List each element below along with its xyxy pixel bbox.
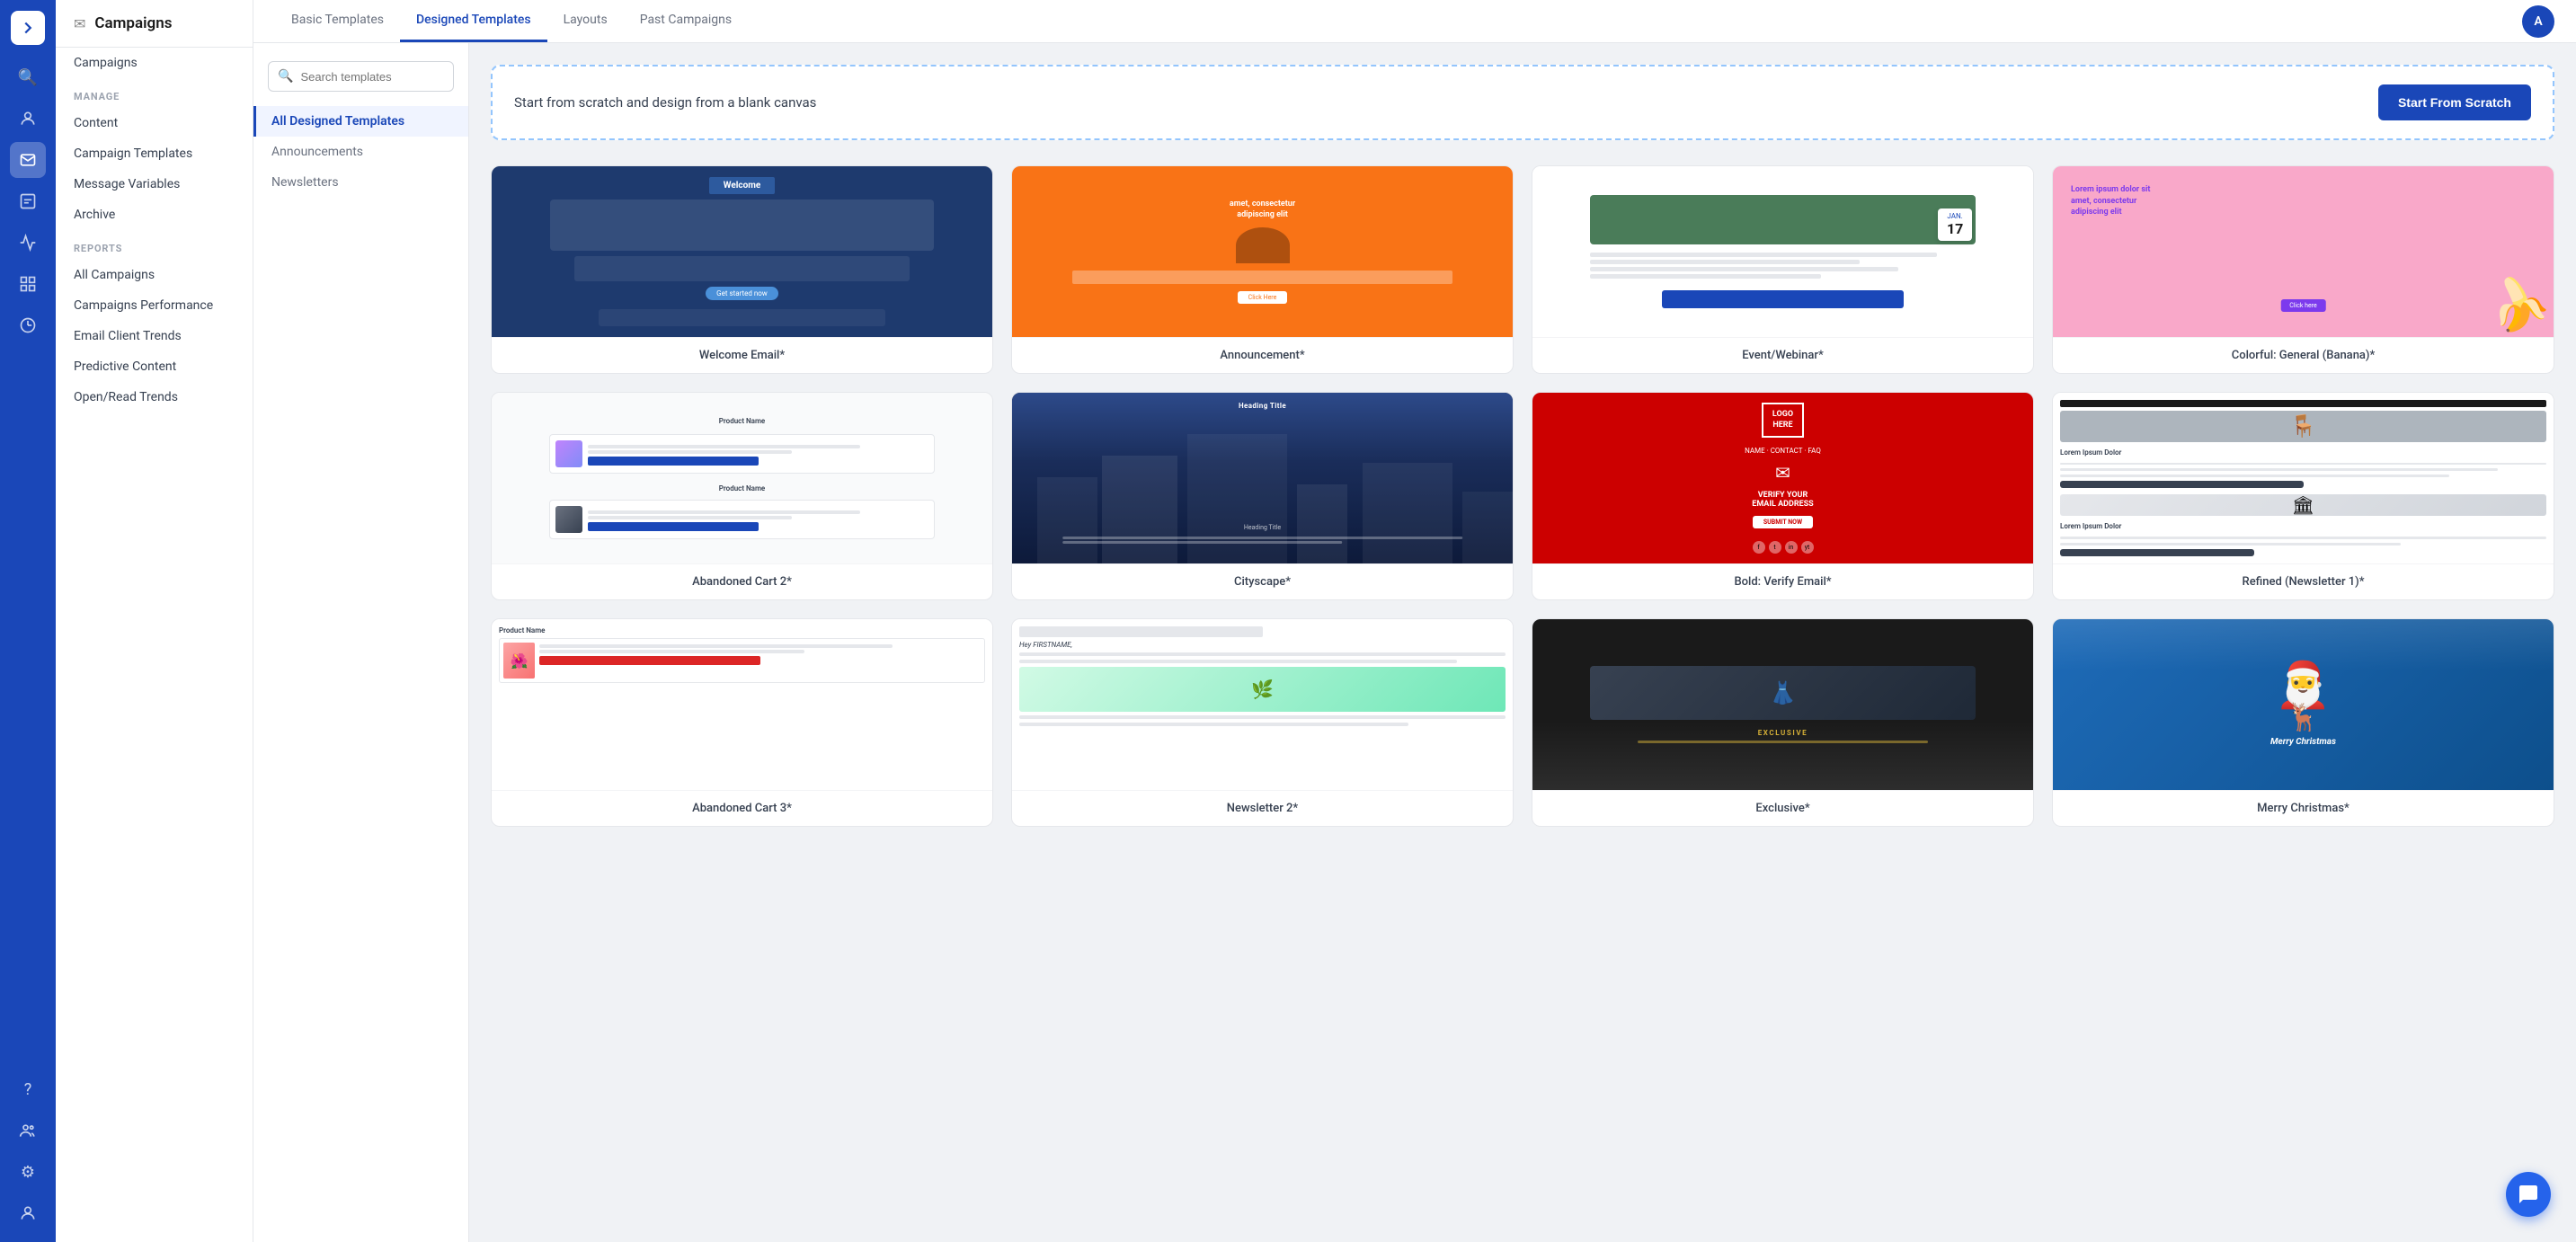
profile-nav-icon[interactable]: [10, 1195, 46, 1231]
template-thumb-cart2: Product Name 🌺: [492, 619, 992, 790]
chat-button[interactable]: [2506, 1172, 2551, 1217]
template-label-cart2: Abandoned Cart 3*: [492, 790, 992, 826]
content-area: 🔍 All Designed Templates Announcements N…: [253, 43, 2576, 1242]
search-nav-icon[interactable]: 🔍: [10, 59, 46, 95]
template-label-welcome: Welcome Email*: [492, 337, 992, 373]
team-nav-icon[interactable]: [10, 1113, 46, 1149]
scratch-banner: Start from scratch and design from a bla…: [491, 65, 2554, 140]
template-thumb-exclusive: 👗 EXCLUSIVE: [1532, 619, 2033, 790]
campaigns-nav-icon[interactable]: [10, 142, 46, 178]
template-label-banana: Colorful: General (Banana)*: [2053, 337, 2554, 373]
nav-open-read-trends-link[interactable]: Open/Read Trends: [56, 382, 253, 413]
template-thumb-welcome: Welcome Get started now: [492, 166, 992, 337]
template-card-verify[interactable]: LOGOHERE NAME · CONTACT · FAQ ✉ VERIFY Y…: [1532, 392, 2034, 600]
nav-campaigns-performance-link[interactable]: Campaigns Performance: [56, 290, 253, 321]
tab-layouts[interactable]: Layouts: [547, 0, 624, 42]
nav-campaign-templates-link[interactable]: Campaign Templates: [56, 138, 253, 169]
nav-header-title: Campaigns: [94, 14, 172, 32]
template-label-verify: Bold: Verify Email*: [1532, 563, 2033, 599]
integrations-nav-icon[interactable]: [10, 266, 46, 302]
nav-header-icon: ✉: [74, 15, 85, 32]
nav-content-link[interactable]: Content: [56, 108, 253, 138]
template-card-newsletter2[interactable]: Hey FIRSTNAME, 🌿 Newsletter 2*: [1011, 618, 1514, 827]
template-card-newsletter[interactable]: 🪑 Lorem Ipsum Dolor 🏛 Lorem Ipsum Dolor: [2052, 392, 2554, 600]
nav-all-campaigns-link[interactable]: All Campaigns: [56, 260, 253, 290]
template-thumb-verify: LOGOHERE NAME · CONTACT · FAQ ✉ VERIFY Y…: [1532, 393, 2033, 563]
filter-all-templates[interactable]: All Designed Templates: [253, 106, 468, 137]
filter-newsletters[interactable]: Newsletters: [253, 167, 468, 198]
nav-message-variables-link[interactable]: Message Variables: [56, 169, 253, 200]
nav-archive-link[interactable]: Archive: [56, 200, 253, 230]
reports-nav-icon[interactable]: [10, 183, 46, 219]
profile-avatar[interactable]: A: [2522, 5, 2554, 38]
template-card-event[interactable]: JAN. 17: [1532, 165, 2034, 374]
template-card-banana[interactable]: Lorem ipsum dolor sitamet, consecteturad…: [2052, 165, 2554, 374]
template-card-announcement[interactable]: amet, consecteturadipiscing elit Click H…: [1011, 165, 1514, 374]
template-label-announcement: Announcement*: [1012, 337, 1513, 373]
tab-past-campaigns[interactable]: Past Campaigns: [624, 0, 748, 42]
tab-designed-templates[interactable]: Designed Templates: [400, 0, 547, 42]
main-content: Basic Templates Designed Templates Layou…: [253, 0, 2576, 1242]
start-from-scratch-button[interactable]: Start From Scratch: [2378, 84, 2531, 120]
search-input[interactable]: [300, 70, 444, 84]
template-label-cityscape: Cityscape*: [1012, 563, 1513, 599]
template-card-welcome[interactable]: Welcome Get started now Welcome Email*: [491, 165, 993, 374]
search-box: 🔍: [268, 61, 454, 92]
template-thumb-event: JAN. 17: [1532, 166, 2033, 337]
filter-panel: 🔍 All Designed Templates Announcements N…: [253, 43, 469, 1242]
icon-rail: 🔍 ? ⚙: [0, 0, 56, 1242]
settings-nav-icon[interactable]: ⚙: [10, 1154, 46, 1190]
template-thumb-banana: Lorem ipsum dolor sitamet, consecteturad…: [2053, 166, 2554, 337]
nav-campaigns-link[interactable]: Campaigns: [56, 48, 253, 78]
tab-basic-templates[interactable]: Basic Templates: [275, 0, 400, 42]
search-icon: 🔍: [278, 69, 293, 84]
nav-predictive-content-link[interactable]: Predictive Content: [56, 351, 253, 382]
template-card-christmas[interactable]: 🎅 🦌 Merry Christmas Merry Christmas*: [2052, 618, 2554, 827]
scratch-banner-text: Start from scratch and design from a bla…: [514, 94, 816, 111]
template-card-cart[interactable]: Product Name Product Name: [491, 392, 993, 600]
template-label-event: Event/Webinar*: [1532, 337, 2033, 373]
template-thumb-christmas: 🎅 🦌 Merry Christmas: [2053, 619, 2554, 790]
nav-reports-label: REPORTS: [56, 230, 253, 260]
templates-area: Start from scratch and design from a bla…: [469, 43, 2576, 1242]
template-thumb-announcement: amet, consecteturadipiscing elit Click H…: [1012, 166, 1513, 337]
contacts-nav-icon[interactable]: [10, 101, 46, 137]
templates-grid: Welcome Get started now Welcome Email* a…: [491, 165, 2554, 827]
nav-header: ✉ Campaigns: [56, 0, 253, 48]
template-card-cityscape[interactable]: Heading Title: [1011, 392, 1514, 600]
template-thumb-cart: Product Name Product Name: [492, 393, 992, 563]
dashboard-nav-icon[interactable]: [10, 307, 46, 343]
expand-button[interactable]: [11, 11, 45, 45]
template-label-newsletter2: Newsletter 2*: [1012, 790, 1513, 826]
template-thumb-cityscape: Heading Title: [1012, 393, 1513, 563]
help-nav-icon[interactable]: ?: [10, 1071, 46, 1107]
template-thumb-newsletter2: Hey FIRSTNAME, 🌿: [1012, 619, 1513, 790]
analytics-nav-icon[interactable]: [10, 225, 46, 261]
template-label-exclusive: Exclusive*: [1532, 790, 2033, 826]
nav-manage-label: MANAGE: [56, 78, 253, 108]
top-tabs: Basic Templates Designed Templates Layou…: [253, 0, 2576, 43]
filter-announcements[interactable]: Announcements: [253, 137, 468, 167]
template-card-exclusive[interactable]: 👗 EXCLUSIVE Exclusive*: [1532, 618, 2034, 827]
template-label-christmas: Merry Christmas*: [2053, 790, 2554, 826]
template-card-cart2[interactable]: Product Name 🌺 Abandoned Car: [491, 618, 993, 827]
nav-sidebar: ✉ Campaigns Campaigns MANAGE Content Cam…: [56, 0, 253, 1242]
template-label-cart: Abandoned Cart 2*: [492, 563, 992, 599]
nav-email-client-trends-link[interactable]: Email Client Trends: [56, 321, 253, 351]
template-label-newsletter: Refined (Newsletter 1)*: [2053, 563, 2554, 599]
template-thumb-newsletter: 🪑 Lorem Ipsum Dolor 🏛 Lorem Ipsum Dolor: [2053, 393, 2554, 563]
